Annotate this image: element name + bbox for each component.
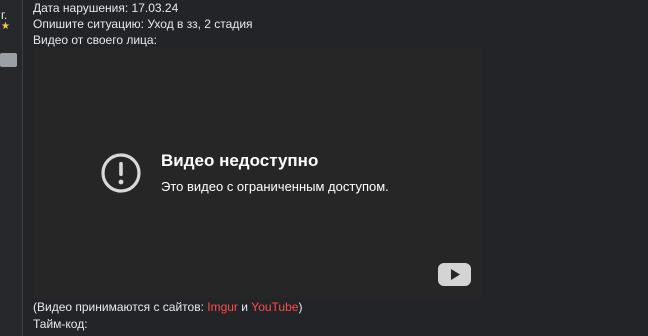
- imgur-link[interactable]: Imgur: [207, 300, 238, 314]
- youtube-link[interactable]: YouTube: [251, 300, 298, 314]
- sites-suffix: ): [298, 300, 303, 314]
- sites-and: и: [237, 300, 252, 314]
- accepted-sites-line: (Видео принимаются с сайтов: Imgur и You…: [33, 299, 302, 315]
- left-sidebar-rail: г. ★: [0, 0, 23, 336]
- sidebar-button[interactable]: [0, 53, 17, 67]
- video-player[interactable]: Видео недоступно Это видео с ограниченны…: [33, 48, 481, 299]
- video-error-title: Видео недоступно: [161, 151, 319, 170]
- youtube-logo-icon[interactable]: [438, 263, 471, 286]
- star-icon: ★: [1, 21, 10, 32]
- exclamation-circle-icon: [101, 153, 141, 193]
- situation-line: Опишите ситуацию: Уход в зз, 2 стадия: [33, 17, 253, 31]
- video-label: Видео от своего лица:: [33, 33, 157, 47]
- video-error-message: Это видео с ограниченным доступом.: [161, 179, 389, 194]
- sidebar-text-fragment: г.: [1, 8, 8, 22]
- timecode-label: Тайм-код:: [33, 317, 88, 331]
- sites-prefix: (Видео принимаются с сайтов:: [33, 300, 208, 314]
- violation-date-line: Дата нарушения: 17.03.24: [33, 1, 179, 15]
